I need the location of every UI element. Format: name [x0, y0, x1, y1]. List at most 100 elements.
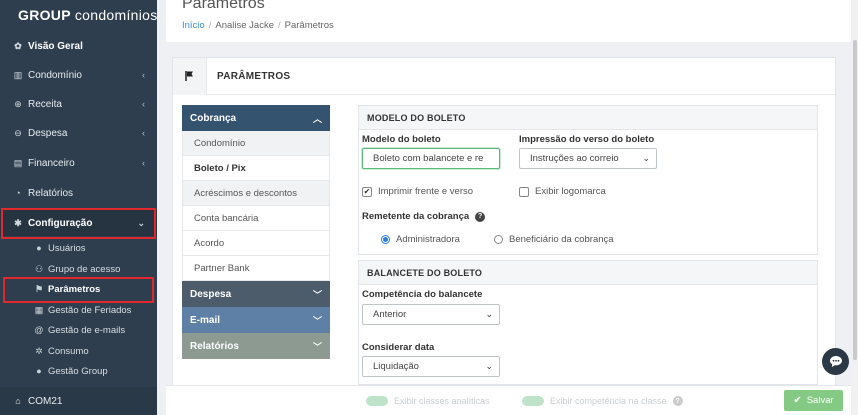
- home-icon: ⌂: [15, 396, 21, 406]
- sidebar-subitem-usuarios[interactable]: ● Usuários: [0, 238, 157, 258]
- menu-item-conta-bancaria[interactable]: Conta bancária: [182, 206, 330, 231]
- chevron-up-icon: ︿: [312, 113, 322, 124]
- radio-dot: [494, 235, 503, 244]
- sidebar-subitem-label: Gestão Group: [48, 365, 108, 377]
- save-button[interactable]: ✔ Salvar: [784, 390, 843, 411]
- sidebar-subitem-label: Gestão de e-mails: [48, 324, 126, 336]
- menu-section-label: Despesa: [190, 288, 232, 300]
- sidebar-item-label: Despesa: [28, 127, 68, 139]
- checkbox-box: [519, 186, 529, 197]
- toggle-competencia-classe[interactable]: Exibir competência na classe ?: [522, 396, 683, 406]
- sidebar-item-label: Financeiro: [28, 157, 75, 169]
- chevron-left-icon: ‹: [142, 99, 145, 109]
- building-icon: ▥: [13, 69, 23, 80]
- sidebar-subitem-label: Gestão de Feriados: [48, 304, 132, 316]
- modelo-label: Modelo do boleto: [362, 134, 441, 145]
- at-icon: @: [34, 325, 44, 335]
- users-group-icon: ⚇: [34, 263, 44, 274]
- sidebar-item-financeiro[interactable]: ▤ Financeiro ‹: [0, 152, 157, 174]
- considerar-data-select[interactable]: Liquidação ⌄: [362, 356, 500, 377]
- chevron-down-icon: ⌄: [642, 153, 650, 163]
- sidebar: GROUP condomínios ✿ Visão Geral ▥ Condom…: [0, 0, 157, 415]
- sidebar-footer-label: COM21: [28, 395, 63, 407]
- toggle-classes-analiticas[interactable]: Exibir classes analíticas: [366, 396, 490, 406]
- page-title: Parâmetros: [182, 0, 265, 12]
- user-icon: ●: [36, 366, 42, 376]
- highlight-box-configuracao: [1, 208, 156, 239]
- help-icon[interactable]: ?: [672, 396, 683, 406]
- sidebar-subitem-label: Usuários: [48, 242, 86, 254]
- exibir-logomarca-checkbox[interactable]: Exibir logomarca: [519, 186, 606, 197]
- menu-section-relatorios[interactable]: Relatórios ﹀: [182, 333, 330, 359]
- sidebar-item-relatorios[interactable]: ◔ Relatórios: [0, 182, 157, 204]
- page-scrollbar[interactable]: [852, 0, 858, 415]
- sidebar-item-receita[interactable]: ⊕ Receita ‹: [0, 93, 157, 115]
- help-icon[interactable]: ?: [475, 211, 486, 222]
- sidebar-item-despesa[interactable]: ⊖ Despesa ‹: [0, 122, 157, 144]
- breadcrumb-condominio: Analise Jacke: [215, 20, 274, 31]
- imprimir-frente-verso-checkbox[interactable]: ✔ Imprimir frente e verso: [362, 186, 473, 197]
- breadcrumb-current: Parâmetros: [284, 20, 334, 31]
- scrollbar-thumb[interactable]: [853, 40, 857, 360]
- breadcrumb-separator: /: [277, 20, 281, 31]
- chevron-down-icon: ﹀: [312, 315, 322, 326]
- radio-administradora[interactable]: Administradora: [381, 234, 460, 245]
- panel-header: PARÂMETROS: [173, 57, 835, 95]
- sidebar-subitem-gestao-emails[interactable]: @ Gestão de e-mails: [0, 320, 157, 340]
- brand-rest: condomínios: [74, 7, 158, 23]
- menu-item-acordo[interactable]: Acordo: [182, 231, 330, 256]
- sidebar-item-label: Visão Geral: [28, 40, 83, 52]
- menu-section-email[interactable]: E-mail ﹀: [182, 307, 330, 333]
- competencia-select-value: Anterior: [373, 309, 407, 320]
- checkbox-label: Exibir logomarca: [535, 186, 606, 197]
- sidebar-item-condominio[interactable]: ▥ Condomínio ‹: [0, 64, 157, 86]
- sidebar-subitem-label: Consumo: [48, 345, 89, 357]
- sidebar-subitem-grupo-de-acesso[interactable]: ⚇ Grupo de acesso: [0, 259, 157, 279]
- toggle-label: Exibir competência na classe: [550, 396, 667, 406]
- toggle-label: Exibir classes analíticas: [394, 396, 490, 406]
- minus-circle-icon: ⊖: [14, 127, 22, 138]
- chat-icon[interactable]: [822, 348, 849, 375]
- radio-label: Beneficiário da cobrança: [509, 234, 614, 245]
- page-header: Parâmetros Início / Analise Jacke / Parâmetr…: [166, 0, 851, 42]
- menu-section-despesa[interactable]: Despesa ﹀: [182, 281, 330, 307]
- chevron-down-icon: ⌄: [485, 361, 493, 371]
- remetente-label: Remetente da cobrança ?: [362, 211, 486, 222]
- menu-item-boleto-pix[interactable]: Boleto / Pix: [182, 156, 330, 181]
- sidebar-item-label: Condomínio: [28, 69, 82, 81]
- breadcrumb-inicio[interactable]: Início: [182, 20, 205, 31]
- toggle-switch: [366, 396, 388, 406]
- competencia-select[interactable]: Anterior ⌄: [362, 304, 500, 325]
- radio-beneficiario[interactable]: Beneficiário da cobrança: [494, 234, 614, 245]
- menu-item-acrescimos[interactable]: Acréscimos e descontos: [182, 181, 330, 206]
- modelo-select[interactable]: Boleto com balancete e re: [362, 148, 500, 169]
- menu-section-label: Relatórios: [190, 340, 239, 352]
- footer-bar: Exibir classes analíticas Exibir competê…: [166, 385, 851, 415]
- verso-select-value: Instruções ao correio: [530, 153, 619, 164]
- verso-label: Impressão do verso do boleto: [519, 134, 655, 145]
- radio-dot: [381, 235, 390, 244]
- remetente-label-text: Remetente da cobrança: [362, 211, 470, 222]
- checkmark-icon: ✔: [362, 186, 372, 197]
- sidebar-footer-condominio[interactable]: ⌂ COM21: [0, 387, 157, 415]
- pie-chart-icon: ◔: [15, 188, 21, 198]
- modelo-select-value: Boleto com balancete e re: [373, 153, 484, 164]
- settings-menu: Cobrança ︿ Condomínio Boleto / Pix Acrés…: [182, 105, 330, 359]
- brand-bold: GROUP: [18, 7, 71, 23]
- menu-item-partner-bank[interactable]: Partner Bank: [182, 256, 330, 281]
- brand-logo[interactable]: GROUP condomínios: [0, 0, 157, 30]
- plus-circle-icon: ⊕: [14, 98, 22, 109]
- modelo-boleto-section: MODELO DO BOLETO: [358, 105, 818, 255]
- sidebar-item-label: Receita: [28, 98, 62, 110]
- menu-item-condominio[interactable]: Condomínio: [182, 131, 330, 156]
- sidebar-subitem-gestao-group[interactable]: ● Gestão Group: [0, 361, 157, 381]
- verso-select[interactable]: Instruções ao correio ⌄: [519, 148, 657, 169]
- sidebar-item-label: Relatórios: [28, 187, 74, 199]
- sidebar-item-visao-geral[interactable]: ✿ Visão Geral: [0, 35, 157, 57]
- checkbox-label: Imprimir frente e verso: [378, 186, 474, 197]
- menu-section-cobranca[interactable]: Cobrança ︿: [182, 105, 330, 131]
- sidebar-subitem-gestao-feriados[interactable]: ▦ Gestão de Feriados: [0, 300, 157, 320]
- breadcrumb: Início / Analise Jacke / Parâmetros: [182, 20, 334, 31]
- chevron-down-icon: ﹀: [312, 341, 322, 352]
- sidebar-subitem-consumo[interactable]: ✲ Consumo: [0, 341, 157, 361]
